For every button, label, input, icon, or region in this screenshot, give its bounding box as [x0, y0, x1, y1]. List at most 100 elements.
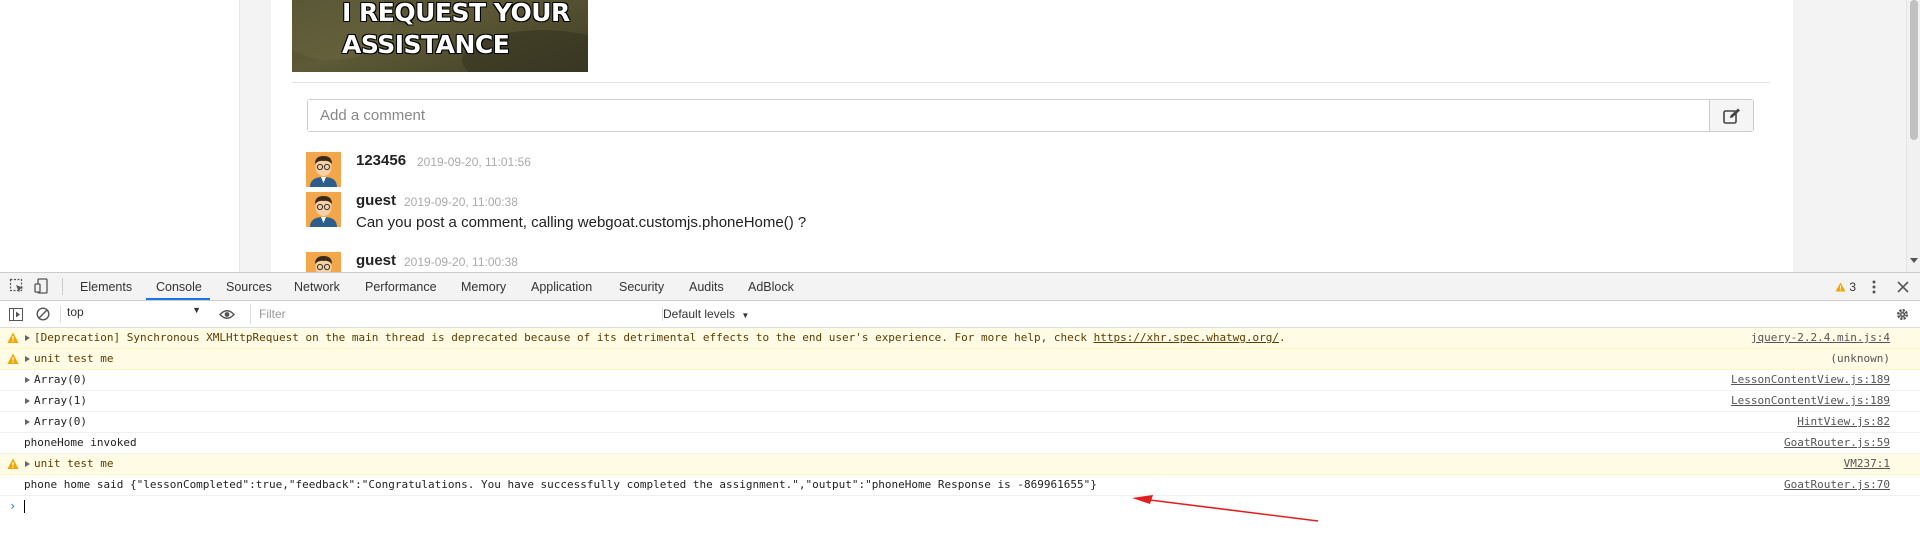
tab-network[interactable]: Network: [294, 280, 340, 294]
inspect-element-icon[interactable]: [9, 278, 25, 294]
warning-count: 3: [1849, 280, 1856, 294]
console-messages: [Deprecation] Synchronous XMLHttpRequest…: [0, 328, 1920, 517]
comment-text: Can you post a comment, calling webgoat.…: [356, 214, 807, 231]
console-message-text: Array(1): [34, 394, 87, 407]
console-message-text: [Deprecation] Synchronous XMLHttpRequest…: [34, 328, 1286, 348]
expand-arrow-icon[interactable]: [25, 356, 30, 362]
section-divider: [292, 82, 1770, 83]
context-value: top: [67, 305, 84, 319]
page-scrollbar-thumb[interactable]: [1910, 0, 1918, 140]
meme-image: I REQUEST YOUR ASSISTANCE: [292, 0, 588, 72]
console-source-link[interactable]: GoatRouter.js:59: [1784, 433, 1890, 453]
toolbar-separator: [60, 306, 61, 323]
console-message[interactable]: Array(0) HintView.js:82: [0, 412, 1920, 433]
dropdown-arrow-icon: ▼: [741, 311, 750, 320]
console-source-link[interactable]: LessonContentView.js:189: [1731, 370, 1890, 390]
console-message-text: unit test me: [34, 352, 114, 365]
clear-console-icon[interactable]: [36, 307, 50, 321]
web-page: I REQUEST YOUR ASSISTANCE 123456 2019: [0, 0, 1920, 272]
console-source-link[interactable]: GoatRouter.js:70: [1784, 475, 1890, 495]
expand-arrow-icon[interactable]: [25, 398, 30, 404]
console-filter-bar: top ▼ Default levels ▼: [0, 301, 1920, 328]
comment-author: guest: [356, 252, 397, 269]
message-text: [Deprecation] Synchronous XMLHttpRequest…: [34, 331, 1094, 344]
devtools-tabbar: Elements Console Sources Network Perform…: [0, 273, 1920, 301]
comment-author: guest: [356, 192, 397, 209]
console-message[interactable]: Array(0) LessonContentView.js:189: [0, 370, 1920, 391]
meme-caption-line1: I REQUEST YOUR: [342, 0, 570, 27]
message-suffix: .: [1279, 331, 1286, 344]
console-prompt[interactable]: ›: [0, 496, 1920, 517]
console-message[interactable]: phoneHome invoked GoatRouter.js:59: [0, 433, 1920, 454]
tab-security[interactable]: Security: [619, 280, 664, 294]
toolbar-separator: [62, 278, 63, 295]
comment-date: 2019-09-20, 11:00:38: [404, 255, 518, 269]
comment-date: 2019-09-20, 11:01:56: [417, 155, 531, 169]
text-caret: [24, 500, 25, 513]
page-scrollbar[interactable]: [1906, 0, 1920, 272]
console-message[interactable]: unit test me (unknown): [0, 349, 1920, 370]
console-source-link[interactable]: LessonContentView.js:189: [1731, 391, 1890, 411]
avatar: [306, 152, 341, 187]
console-message-text: phoneHome invoked: [24, 436, 137, 449]
user-avatar-icon: [306, 152, 341, 187]
console-source-link[interactable]: jquery-2.2.4.min.js:4: [1751, 328, 1890, 348]
avatar: [306, 192, 341, 227]
comment-author: 123456: [356, 152, 407, 169]
console-message-text: Array(0): [34, 373, 87, 386]
log-levels-label: Default levels: [663, 307, 736, 321]
console-message[interactable]: unit test me VM237:1: [0, 454, 1920, 475]
sidebar-toggle-icon[interactable]: [9, 308, 23, 321]
close-icon[interactable]: [1897, 281, 1909, 293]
tab-adblock[interactable]: AdBlock: [748, 280, 794, 294]
comment-form: [307, 99, 1754, 132]
tab-audits[interactable]: Audits: [689, 280, 724, 294]
tab-application[interactable]: Application: [531, 280, 592, 294]
avatar: [306, 252, 341, 272]
console-message-text: phone home said {"lessonCompleted":true,…: [24, 478, 1097, 491]
log-levels-dropdown[interactable]: Default levels ▼: [662, 307, 749, 321]
console-message[interactable]: [Deprecation] Synchronous XMLHttpRequest…: [0, 328, 1920, 349]
warning-counter[interactable]: 3: [1835, 280, 1856, 294]
console-message-text: unit test me: [34, 457, 114, 470]
console-source-link[interactable]: HintView.js:82: [1797, 412, 1890, 432]
scroll-down-arrow-icon[interactable]: [1910, 258, 1918, 263]
user-avatar-icon: [306, 192, 341, 227]
filter-input[interactable]: [250, 304, 654, 324]
meme-caption-line2: ASSISTANCE: [342, 30, 510, 59]
left-sidebar: [0, 0, 240, 272]
warning-icon: [7, 353, 19, 364]
console-message-text: Array(0): [34, 415, 87, 428]
comment-input[interactable]: [308, 100, 1709, 131]
more-options-icon[interactable]: [1871, 279, 1877, 295]
spec-link[interactable]: https://xhr.spec.whatwg.org/: [1094, 331, 1279, 344]
tab-console[interactable]: Console: [156, 280, 202, 294]
warning-icon: [7, 458, 19, 469]
expand-arrow-icon[interactable]: [25, 419, 30, 425]
context-select[interactable]: top ▼: [67, 305, 201, 323]
console-source-link[interactable]: VM237:1: [1844, 454, 1890, 474]
expand-arrow-icon[interactable]: [25, 335, 30, 341]
dropdown-arrow-icon: ▼: [192, 305, 201, 315]
tab-memory[interactable]: Memory: [461, 280, 506, 294]
warning-icon: [7, 332, 19, 343]
user-avatar-icon: [306, 252, 341, 272]
edit-icon: [1722, 108, 1740, 124]
devtools-panel: Elements Console Sources Network Perform…: [0, 272, 1920, 536]
expand-arrow-icon[interactable]: [25, 377, 30, 383]
tab-performance[interactable]: Performance: [365, 280, 437, 294]
tab-elements[interactable]: Elements: [80, 280, 132, 294]
gear-icon[interactable]: [1895, 307, 1910, 322]
prompt-chevron-icon: ›: [9, 499, 17, 513]
eye-icon[interactable]: [219, 309, 235, 320]
comment-date: 2019-09-20, 11:00:38: [404, 195, 518, 209]
active-tab-indicator: [146, 298, 210, 300]
post-comment-button[interactable]: [1709, 100, 1753, 131]
expand-arrow-icon[interactable]: [25, 461, 30, 467]
console-message[interactable]: phone home said {"lessonCompleted":true,…: [0, 475, 1920, 496]
console-source-link: (unknown): [1830, 352, 1890, 365]
console-message[interactable]: Array(1) LessonContentView.js:189: [0, 391, 1920, 412]
device-toolbar-icon[interactable]: [34, 278, 50, 294]
tab-sources[interactable]: Sources: [226, 280, 272, 294]
warning-icon: [1835, 282, 1846, 292]
